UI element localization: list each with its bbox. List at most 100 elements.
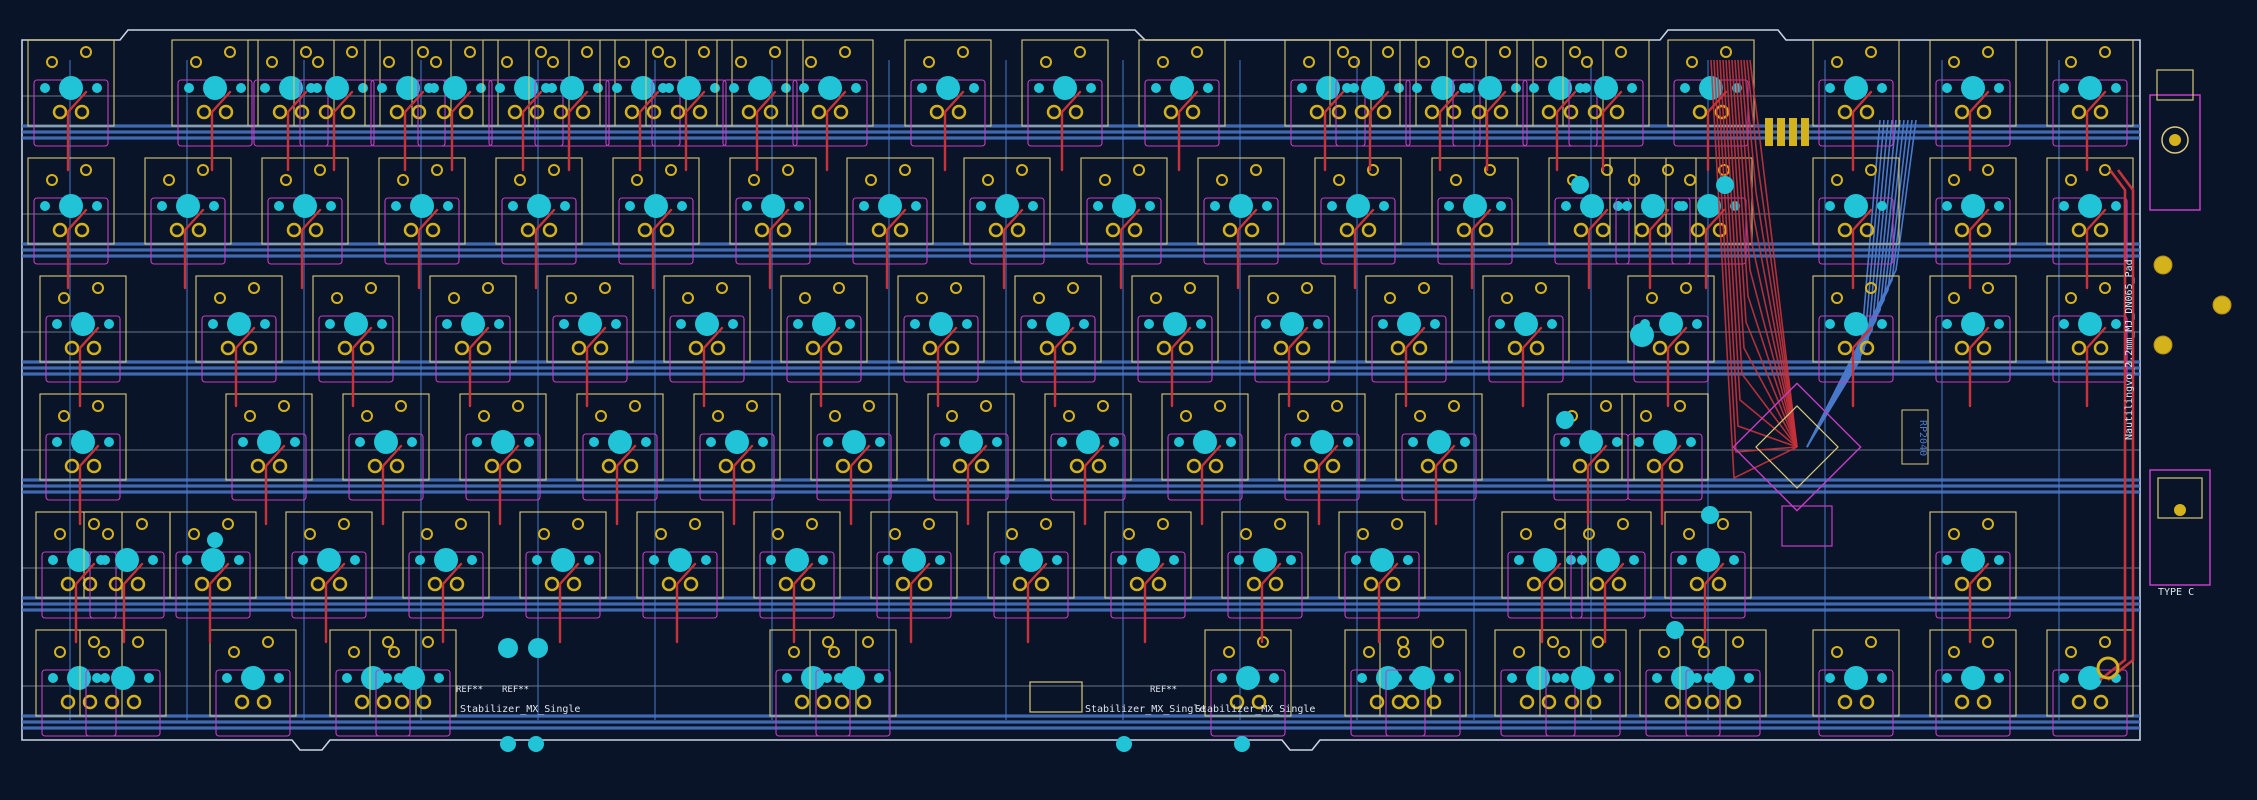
switch-peg-hole [2059,673,2069,683]
switch-peg-hole [274,673,284,683]
switch-peg-hole [326,201,336,211]
switch-peg-hole [917,83,927,93]
switch-peg-hole [766,555,776,565]
switch-center-hole [1361,76,1385,100]
switch-peg-hole [1217,673,1227,683]
switch-peg-hole [1291,437,1301,447]
switch-center-hole [1280,312,1304,336]
switch-center-hole [1961,548,1985,572]
switch-center-hole [1346,194,1370,218]
switch-peg-hole [1444,673,1454,683]
switch-center-hole [1596,548,1620,572]
switch-center-hole [842,430,866,454]
switch-peg-hole [434,673,444,683]
switch-center-hole [1019,548,1043,572]
switch-peg-hole [1117,555,1127,565]
switch-peg-hole [1511,83,1521,93]
switch-center-hole [2078,194,2102,218]
switch-peg-hole [1034,83,1044,93]
switch-center-hole [1580,194,1604,218]
switch-center-hole [2078,76,2102,100]
switch-peg-hole [1942,83,1952,93]
switch-peg-hole [508,201,518,211]
switch-center-hole [1478,76,1502,100]
switch-peg-hole [1394,83,1404,93]
switch-center-hole [374,430,398,454]
switch-peg-hole [2111,319,2121,329]
switch-center-hole [631,76,655,100]
switch-peg-hole [52,437,62,447]
switch-center-hole [203,76,227,100]
switch-center-hole [1076,430,1100,454]
stab-hole [498,638,518,658]
switch-peg-hole [1145,201,1155,211]
switch-peg-hole [1942,319,1952,329]
switch-peg-hole [729,83,739,93]
switch-peg-hole [1286,555,1296,565]
switch-peg-hole [1613,201,1623,211]
switch-peg-hole [1744,673,1754,683]
switch-peg-hole [1686,437,1696,447]
stab-hole [528,736,544,752]
stab-hole [1556,411,1574,429]
switch-peg-hole [593,83,603,93]
switch-peg-hole [584,555,594,565]
switch-center-hole [1253,548,1277,572]
switch-center-hole [2078,312,2102,336]
switch-peg-hole [1622,201,1632,211]
switch-peg-hole [184,83,194,93]
switch-center-hole [1431,76,1455,100]
switch-center-hole [176,194,200,218]
switch-peg-hole [1692,673,1702,683]
switch-peg-hole [676,319,686,329]
switch-peg-hole [799,83,809,93]
switch-peg-hole [350,555,360,565]
switch-peg-hole [476,83,486,93]
switch-peg-hole [859,201,869,211]
switch-peg-hole [589,437,599,447]
switch-center-hole [1961,194,1985,218]
stab-hole [1234,736,1250,752]
switch-peg-hole [611,319,621,329]
switch-center-hole [1533,548,1557,572]
switch-peg-hole [495,83,505,93]
switch-peg-hole [1496,201,1506,211]
switch-center-hole [1961,666,1985,690]
switch-peg-hole [298,555,308,565]
switch-peg-hole [92,201,102,211]
switch-peg-hole [1079,319,1089,329]
switch-peg-hole [442,319,452,329]
switch-peg-hole [1327,201,1337,211]
canvas-background [0,0,2257,796]
switch-peg-hole [1392,673,1402,683]
ref-label-a: REF** [456,685,483,695]
header-pad [1801,118,1809,146]
switch-center-hole [1844,312,1868,336]
switch-center-hole [1696,548,1720,572]
switch-center-hole [677,76,701,100]
switch-peg-hole [1379,201,1389,211]
switch-peg-hole [658,83,668,93]
switch-center-hole [1514,312,1538,336]
switch-peg-hole [1575,83,1585,93]
switch-center-hole [1411,666,1435,690]
switch-center-hole [491,430,515,454]
switch-peg-hole [2059,319,2069,329]
switch-peg-hole [40,83,50,93]
stab-hole [1666,621,1684,639]
switch-peg-hole [1269,673,1279,683]
switch-center-hole [59,194,83,218]
switch-peg-hole [742,201,752,211]
switch-peg-hole [822,673,832,683]
switch-peg-hole [1634,437,1644,447]
switch-peg-hole [1313,319,1323,329]
switch-peg-hole [377,319,387,329]
switch-peg-hole [1109,437,1119,447]
switch-center-hole [551,548,575,572]
switch-peg-hole [1729,555,1739,565]
switch-center-hole [725,430,749,454]
switch-peg-hole [209,201,219,211]
switch-peg-hole [104,437,114,447]
switch-peg-hole [1942,201,1952,211]
switch-peg-hole [1261,319,1271,329]
